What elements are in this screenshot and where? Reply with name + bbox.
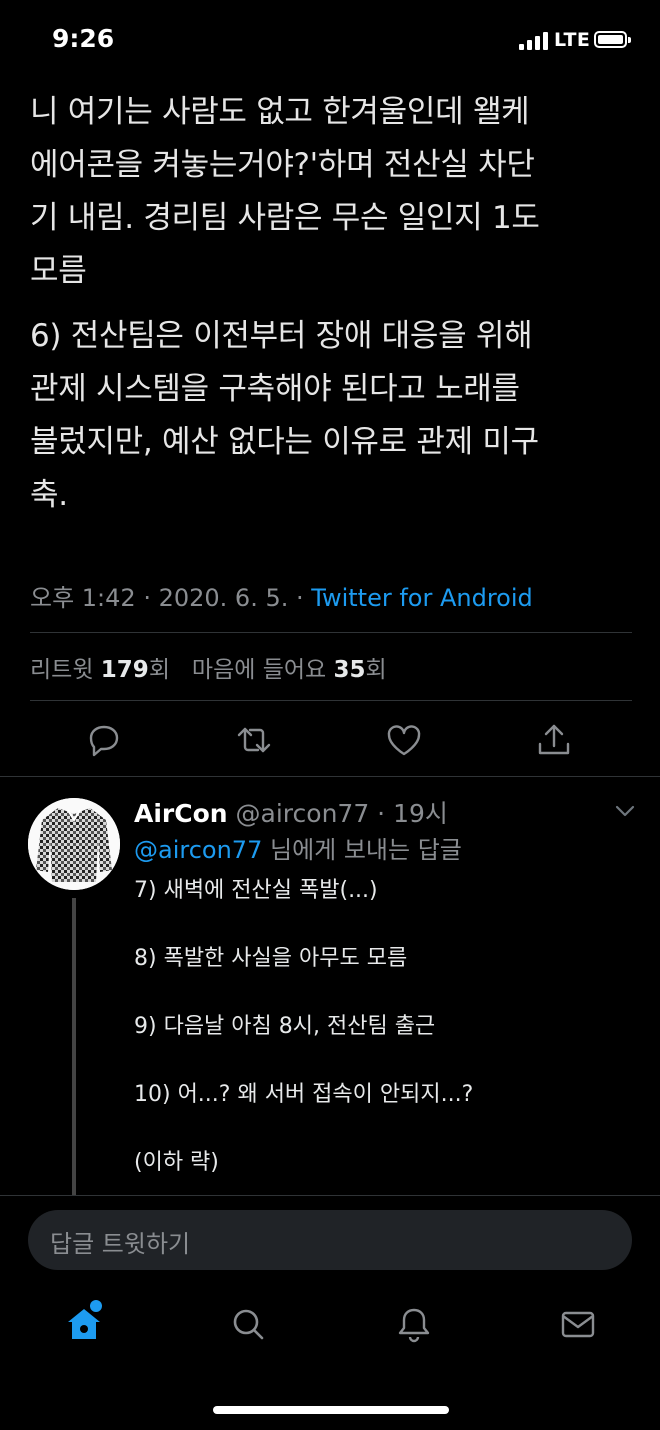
reply-line: 9) 다음날 아침 8시, 전산팀 출근 [134, 1014, 436, 1039]
count-suffix: 회 [365, 657, 387, 683]
like-count: 35 [333, 657, 366, 683]
tweet-source-link[interactable]: Twitter for Android [311, 584, 532, 612]
retweet-icon[interactable] [234, 720, 274, 760]
bell-icon[interactable] [394, 1304, 434, 1344]
tweet-text: 니 여기는 사람도 없고 한겨울인데 왤케 에어콘을 켜놓는거야?'하며 전산실… [30, 86, 630, 522]
divider [30, 632, 632, 633]
tweet-actions [0, 716, 660, 764]
share-icon[interactable] [534, 720, 574, 760]
reply-author-name[interactable]: AirCon [134, 799, 228, 828]
retweet-label: 리트윗 [30, 657, 94, 683]
heart-icon[interactable] [384, 720, 424, 760]
thread-line [72, 898, 76, 1198]
meta-separator: · [143, 584, 159, 612]
shirt-avatar-image [28, 798, 120, 890]
network-label: LTE [554, 29, 591, 51]
reply-to-label: 님에게 보내는 답글 [269, 836, 462, 864]
tweet-date: 2020. 6. 5. [158, 584, 289, 612]
divider [0, 776, 660, 777]
count-suffix: 회 [148, 657, 170, 683]
tweet-paragraph: 6) 전산팀은 이전부터 장애 대응을 위해 관제 시스템을 구축해야 된다고 … [30, 318, 539, 513]
reply-text: 7) 새벽에 전산실 폭발(...) 8) 폭발한 사실을 아무도 모름 9) … [134, 874, 634, 1214]
tweet-stats[interactable]: 리트윗 179회 마음에 들어요 35회 [30, 650, 387, 684]
search-icon[interactable] [228, 1304, 268, 1344]
divider [30, 700, 632, 701]
mail-icon[interactable] [558, 1304, 598, 1344]
tweet-meta: 오후 1:42 · 2020. 6. 5. · Twitter for Andr… [30, 578, 533, 613]
retweet-count: 179 [100, 657, 149, 683]
composer-placeholder: 답글 트윗하기 [50, 1230, 191, 1258]
replying-to: @aircon77 님에게 보내는 답글 [134, 830, 462, 865]
avatar[interactable] [28, 798, 120, 890]
meta-separator: · [296, 584, 312, 612]
reply-header: AirCon @aircon77 · 19시 [134, 794, 448, 830]
status-time: 9:26 [52, 24, 115, 53]
meta-separator: · [369, 799, 394, 828]
reply-age: 19시 [393, 799, 448, 828]
battery-icon [594, 31, 631, 48]
reply-composer-input[interactable]: 답글 트윗하기 [28, 1210, 632, 1270]
reply-line: 8) 폭발한 사실을 아무도 모름 [134, 946, 408, 971]
status-bar: 9:26 LTE [0, 0, 660, 80]
reply-author-handle: @aircon77 [235, 799, 370, 828]
mention-link[interactable]: @aircon77 [134, 836, 262, 864]
chevron-down-icon[interactable] [612, 800, 638, 822]
like-label: 마음에 들어요 [191, 657, 327, 683]
tweet-time: 오후 1:42 [30, 584, 136, 612]
home-indicator[interactable] [213, 1406, 449, 1414]
reply-line: 7) 새벽에 전산실 폭발(...) [134, 878, 378, 903]
tweet-paragraph: 니 여기는 사람도 없고 한겨울인데 왤케 에어콘을 켜놓는거야?'하며 전산실… [30, 94, 540, 289]
notification-dot [90, 1300, 102, 1312]
reply-icon[interactable] [84, 720, 124, 760]
signal-icon [519, 32, 549, 50]
reply-line: 10) 어...? 왜 서버 접속이 안되지...? [134, 1082, 474, 1107]
divider [0, 1195, 660, 1196]
